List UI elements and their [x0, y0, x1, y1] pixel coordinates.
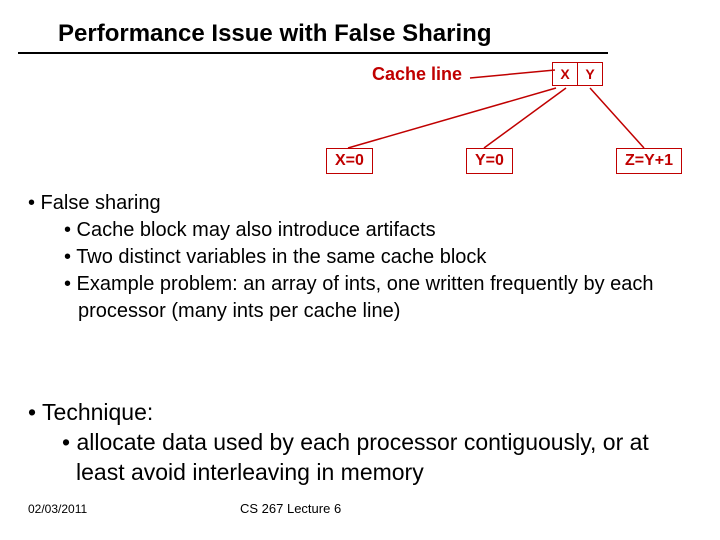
bullet-section-1: • False sharing • Cache block may also i…: [28, 190, 680, 325]
bullet-head-2: • Technique:: [28, 398, 680, 428]
cache-line-box: X Y: [552, 62, 603, 86]
cache-cell-x: X: [552, 62, 578, 86]
bullet-2-1: • allocate data used by each processor c…: [62, 428, 680, 488]
cache-cell-y: Y: [578, 62, 603, 86]
processor-box-x: X=0: [326, 148, 373, 174]
bullet-1-1: • Cache block may also introduce artifac…: [64, 217, 680, 244]
footer-date: 02/03/2011: [28, 502, 87, 516]
footer-lecture: CS 267 Lecture 6: [240, 501, 341, 516]
cache-line-label: Cache line: [372, 64, 462, 85]
bullet-head-1: • False sharing: [28, 190, 680, 217]
processor-box-y: Y=0: [466, 148, 513, 174]
slide-title: Performance Issue with False Sharing: [58, 20, 491, 48]
title-underline: [18, 52, 608, 54]
processor-box-z: Z=Y+1: [616, 148, 682, 174]
bullet-1-2: • Two distinct variables in the same cac…: [64, 244, 680, 271]
bullet-1-3: • Example problem: an array of ints, one…: [64, 271, 680, 325]
bullet-section-2: • Technique: • allocate data used by eac…: [28, 398, 680, 488]
